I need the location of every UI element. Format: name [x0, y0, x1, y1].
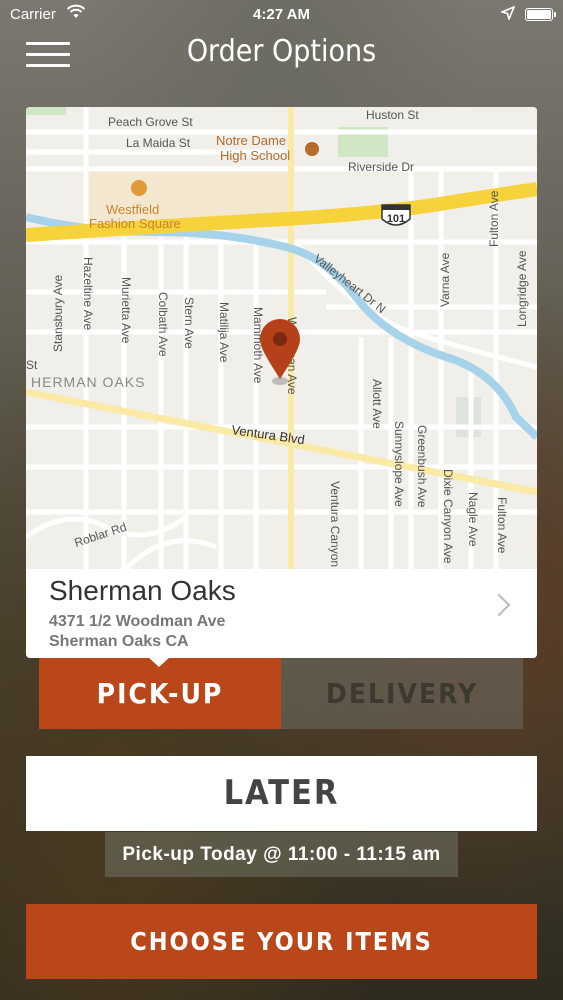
map-label: Huston St — [366, 108, 419, 122]
map-label: Fashion Square — [89, 216, 181, 231]
store-name: Sherman Oaks — [49, 575, 236, 606]
svg-text:101: 101 — [387, 213, 405, 225]
status-bar: Carrier 4:27 AM — [0, 0, 563, 30]
map-label: Greenbush Ave — [415, 425, 429, 508]
shopping-icon — [131, 180, 147, 196]
map-label: Allott Ave — [370, 379, 384, 429]
store-map[interactable]: Peach Grove St La Maida St Huston St Riv… — [26, 107, 537, 569]
map-label: Stern Ave — [182, 297, 196, 349]
map-label: Dixie Canyon Ave — [441, 469, 455, 564]
map-label: Nagle Ave — [466, 492, 480, 547]
map-label: Varna Ave — [438, 252, 452, 307]
map-label: Ventura Canyon — [328, 481, 342, 567]
later-button[interactable]: LATER — [26, 756, 537, 831]
map-label: Fulton Ave — [495, 497, 509, 554]
location-arrow-icon — [499, 5, 516, 24]
map-label: Colbath Ave — [156, 292, 170, 357]
store-card: Peach Grove St La Maida St Huston St Riv… — [26, 107, 537, 658]
highway-101-icon: 101 — [381, 204, 411, 226]
map-label: St — [26, 358, 38, 372]
pickup-time-label: Pick-up Today @ 11:00 - 11:15 am — [105, 832, 458, 877]
store-location-row[interactable]: Sherman Oaks 4371 1/2 Woodman Ave Sherma… — [26, 569, 537, 658]
map-label: Murietta Ave — [119, 277, 133, 344]
store-address-line2: Sherman Oaks CA — [49, 633, 189, 650]
battery-icon — [525, 8, 556, 21]
map-label: La Maida St — [126, 136, 191, 150]
choose-items-button[interactable]: CHOOSE YOUR ITEMS — [26, 904, 537, 979]
map-label: Matilija Ave — [217, 302, 231, 363]
clock: 4:27 AM — [253, 6, 310, 23]
chevron-right-icon — [487, 593, 511, 617]
tab-pickup[interactable]: PICK-UP — [39, 658, 281, 729]
map-label: Notre Dame — [216, 133, 286, 148]
page-title: Order Options — [186, 34, 377, 69]
store-address-line1: 4371 1/2 Woodman Ave — [49, 613, 226, 630]
selection-notch — [148, 657, 170, 667]
map-label: Riverside Dr — [348, 160, 414, 174]
map-label: Peach Grove St — [108, 115, 193, 129]
map-label: Longridge Ave — [515, 250, 529, 327]
map-label: High School — [220, 148, 290, 163]
map-label: HERMAN OAKS — [31, 374, 145, 390]
map-label: Stansbury Ave — [51, 275, 65, 352]
school-icon — [305, 142, 319, 156]
map-label: Westfield — [106, 202, 159, 217]
map-label: Sunnyslope Ave — [392, 421, 406, 507]
order-type-toggle: PICK-UP DELIVERY — [39, 658, 523, 729]
map-label: Hazeltine Ave — [81, 257, 95, 330]
map-label: Fulton Ave — [487, 190, 501, 247]
tab-delivery[interactable]: DELIVERY — [281, 658, 523, 729]
